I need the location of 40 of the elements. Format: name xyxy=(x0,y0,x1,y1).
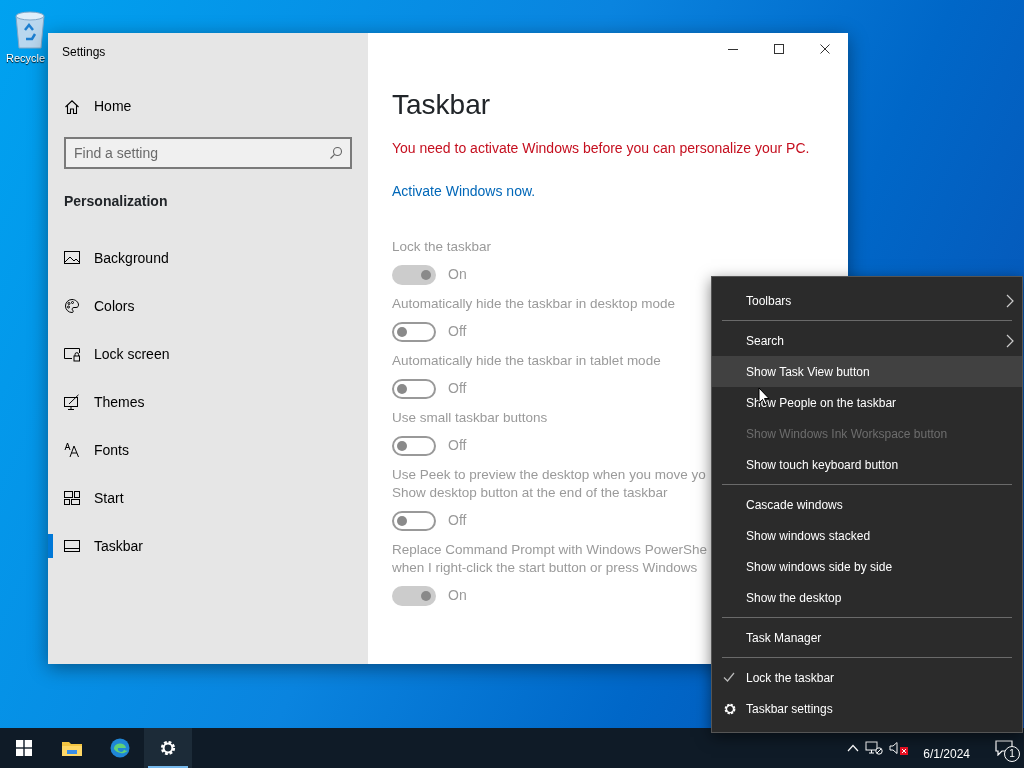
activation-warning: You need to activate Windows before you can personalize your PC. xyxy=(392,138,811,158)
page-title: Taskbar xyxy=(392,88,492,122)
sidebar-item[interactable]: Background xyxy=(48,234,368,282)
window-title: Settings xyxy=(62,44,106,61)
section-heading: Personalization xyxy=(64,192,168,211)
menu-item[interactable]: Cascade windows xyxy=(712,489,1022,520)
search-field[interactable]: Find a setting xyxy=(64,137,352,169)
menu-item[interactable]: Show touch keyboard button xyxy=(712,449,1022,480)
icon-label: Recycle xyxy=(6,51,46,66)
setting-label: Use Peek to preview the desktop when you move yo Show desktop button at the end of the taskbar xyxy=(392,465,706,502)
menu-item[interactable]: Search xyxy=(712,325,1022,356)
toggle-state: Off xyxy=(448,511,467,531)
toggle-state: Off xyxy=(448,322,467,342)
menu-item[interactable]: Task Manager xyxy=(712,622,1022,653)
sidebar-item[interactable]: Colors xyxy=(48,282,368,330)
toggle-state: On xyxy=(448,265,467,285)
menu-item[interactable]: Toolbars xyxy=(712,285,1022,316)
menu-item[interactable]: Show windows side by side xyxy=(712,551,1022,582)
notifications-button[interactable]: 1 xyxy=(984,728,1024,768)
menu-item[interactable]: Taskbar settings xyxy=(712,693,1022,724)
sidebar-item[interactable]: Themes xyxy=(48,378,368,426)
toggle-state: Off xyxy=(448,436,467,456)
sidebar-item[interactable]: Fonts xyxy=(48,426,368,474)
setting-label: Use small taskbar buttons xyxy=(392,408,548,427)
setting-label: Automatically hide the taskbar in tablet mode xyxy=(392,351,661,370)
setting-label: Automatically hide the taskbar in desktop mode xyxy=(392,294,675,313)
menu-item[interactable]: Lock the taskbar xyxy=(712,662,1022,693)
menu-item[interactable]: Show Task View button xyxy=(712,356,1022,387)
menu-item[interactable]: Show the desktop xyxy=(712,582,1022,613)
sidebar-item[interactable]: Lock screen xyxy=(48,330,368,378)
setting-label: Replace Command Prompt with Windows PowerShe when I right-click the start button or press Windows xyxy=(392,540,708,577)
setting-label: Lock the taskbar xyxy=(392,237,492,256)
sidebar-item[interactable]: Taskbar xyxy=(48,522,368,570)
sidebar-item[interactable]: Start xyxy=(48,474,368,522)
toggle-state: Off xyxy=(448,379,467,399)
menu-item[interactable]: Show windows stacked xyxy=(712,520,1022,551)
clock[interactable]: 6/1/2024 xyxy=(915,733,978,763)
toggle-state: On xyxy=(448,586,467,606)
home-link[interactable]: Home xyxy=(64,96,132,117)
notification-count: 1 xyxy=(1004,746,1020,762)
